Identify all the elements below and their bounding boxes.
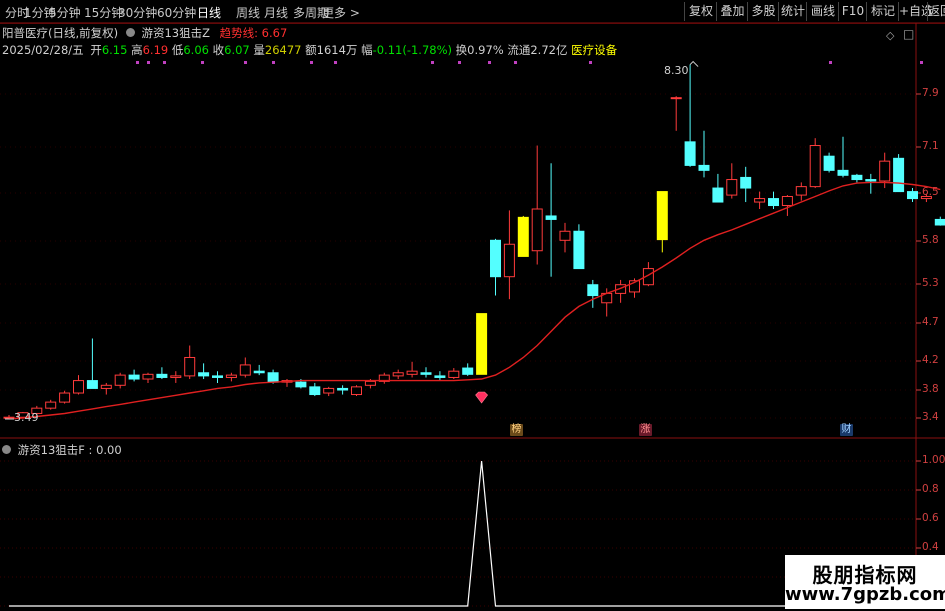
event-dot-4 bbox=[244, 61, 247, 64]
event-dot-10 bbox=[488, 61, 491, 64]
candle-body-15 bbox=[212, 375, 223, 378]
candle-body-31 bbox=[434, 375, 446, 378]
candle-body-52 bbox=[726, 179, 738, 196]
candle-body-54 bbox=[754, 198, 766, 203]
candle-body-5 bbox=[73, 380, 84, 394]
event-dot-11 bbox=[514, 61, 517, 64]
candle-body-16 bbox=[225, 374, 237, 378]
candle-body-47 bbox=[656, 191, 668, 241]
sub-axis-label-1: 0.8 bbox=[922, 483, 939, 495]
candle-body-40 bbox=[559, 230, 571, 241]
candle-body-59 bbox=[823, 155, 835, 171]
trend-line bbox=[8, 181, 941, 420]
candle-body-53 bbox=[740, 176, 752, 189]
candle-body-55 bbox=[768, 198, 779, 207]
event-dot-7 bbox=[334, 61, 337, 64]
candle-body-12 bbox=[170, 375, 182, 378]
candle-body-63 bbox=[879, 160, 891, 182]
candle-body-3 bbox=[45, 401, 57, 409]
candle-body-35 bbox=[490, 239, 501, 278]
candle-body-57 bbox=[795, 186, 807, 196]
candle-body-4 bbox=[59, 392, 71, 403]
high-pointer bbox=[689, 60, 699, 67]
candle-body-38 bbox=[531, 208, 543, 252]
candle-body-28 bbox=[392, 372, 404, 377]
sub-axis-label-2: 0.6 bbox=[922, 512, 939, 524]
candle-body-21 bbox=[295, 381, 307, 388]
candle-body-61 bbox=[851, 174, 863, 181]
candle-body-49 bbox=[684, 141, 696, 166]
marker-zhang[interactable]: 涨 bbox=[639, 424, 652, 436]
candle-body-58 bbox=[809, 145, 821, 188]
candle-body-6 bbox=[86, 380, 98, 389]
candle-body-33 bbox=[462, 367, 474, 375]
candle-body-25 bbox=[351, 386, 362, 396]
watermark: 股朋指标网 www.7gpzb.com bbox=[785, 555, 945, 609]
candle-body-11 bbox=[156, 373, 168, 378]
candle-body-9 bbox=[128, 374, 140, 380]
candle-body-10 bbox=[142, 373, 154, 380]
event-dot-8 bbox=[431, 61, 434, 64]
event-dot-5 bbox=[272, 61, 275, 64]
candle-body-17 bbox=[239, 364, 251, 376]
candle-body-56 bbox=[781, 195, 793, 207]
candle-body-67 bbox=[934, 218, 945, 226]
candle-body-19 bbox=[267, 372, 279, 383]
candle-body-48 bbox=[670, 97, 682, 100]
event-dot-6 bbox=[310, 61, 313, 64]
price-axis-label-3: 5.8 bbox=[922, 234, 939, 246]
candle-body-60 bbox=[837, 169, 849, 176]
price-axis-label-2: 6.5 bbox=[922, 186, 939, 198]
candle-body-34 bbox=[476, 313, 488, 375]
candle-body-29 bbox=[406, 370, 418, 375]
candle-body-24 bbox=[337, 387, 349, 391]
price-axis-label-1: 7.1 bbox=[922, 140, 939, 152]
candle-body-37 bbox=[517, 216, 529, 257]
marker-bang[interactable]: 榜 bbox=[510, 424, 523, 436]
price-axis-label-5: 4.7 bbox=[922, 316, 939, 328]
marker-cai[interactable]: 财 bbox=[840, 424, 853, 436]
candle-body-14 bbox=[198, 372, 210, 377]
event-dot-3 bbox=[201, 61, 204, 64]
low-price-label: 3.49 bbox=[14, 411, 39, 424]
candle-body-64 bbox=[893, 157, 905, 193]
event-dot-2 bbox=[163, 61, 166, 64]
price-axis-label-8: 3.4 bbox=[922, 411, 939, 423]
candle-body-41 bbox=[573, 230, 585, 270]
sub-axis-label-0: 1.00 bbox=[922, 454, 945, 466]
price-axis-label-4: 5.3 bbox=[922, 277, 939, 289]
event-dot-9 bbox=[458, 61, 461, 64]
price-axis-label-7: 3.8 bbox=[922, 383, 939, 395]
price-axis-label-6: 4.2 bbox=[922, 354, 939, 366]
candle-body-18 bbox=[253, 370, 265, 374]
candlestick-chart[interactable] bbox=[0, 0, 945, 609]
event-dot-0 bbox=[136, 61, 139, 64]
candle-body-13 bbox=[184, 356, 196, 377]
event-dot-1 bbox=[147, 61, 150, 64]
candle-body-39 bbox=[545, 215, 557, 220]
candle-body-30 bbox=[420, 372, 432, 375]
candle-body-8 bbox=[114, 374, 126, 386]
candle-body-32 bbox=[448, 370, 460, 378]
candle-body-26 bbox=[364, 380, 376, 386]
candle-body-23 bbox=[323, 387, 335, 394]
low-annotation: 3.49 bbox=[14, 411, 39, 424]
signal-gem-icon bbox=[475, 391, 488, 404]
candle-body-42 bbox=[587, 284, 599, 297]
candle-body-50 bbox=[698, 164, 710, 171]
candle-body-65 bbox=[907, 191, 918, 200]
candle-body-51 bbox=[712, 187, 724, 203]
event-dot-12 bbox=[589, 61, 592, 64]
event-dot-14 bbox=[920, 61, 923, 64]
candle-body-62 bbox=[865, 179, 877, 182]
sub-axis-label-3: 0.4 bbox=[922, 541, 939, 553]
candle-body-22 bbox=[309, 386, 321, 396]
high-price-label: 8.30 bbox=[664, 64, 689, 77]
price-axis-label-0: 7.9 bbox=[922, 87, 939, 99]
high-annotation: 8.30 bbox=[664, 64, 689, 77]
candle-body-7 bbox=[100, 384, 112, 389]
candle-body-36 bbox=[503, 243, 515, 278]
event-dot-13 bbox=[829, 61, 832, 64]
watermark-url: www.7gpzb.com bbox=[785, 584, 945, 605]
